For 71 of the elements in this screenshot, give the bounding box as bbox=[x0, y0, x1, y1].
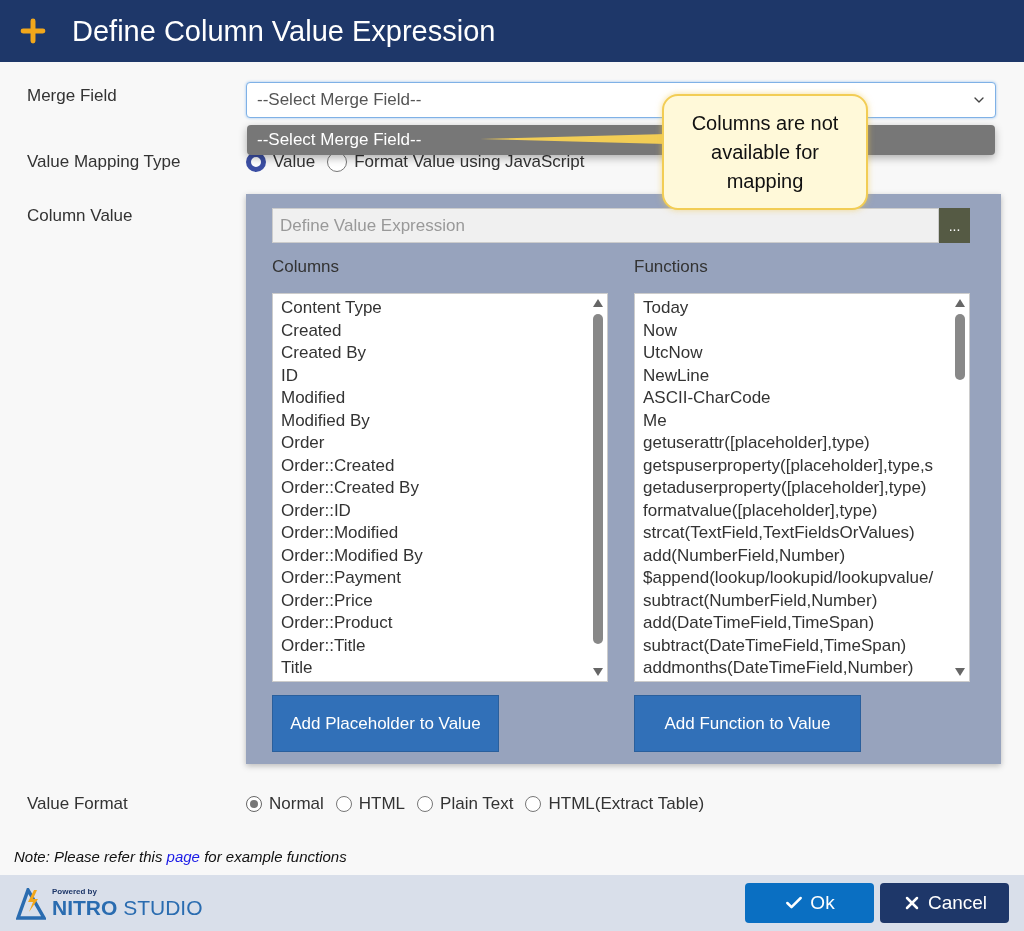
list-item[interactable]: NewLine bbox=[643, 364, 951, 387]
list-box[interactable] bbox=[634, 293, 970, 682]
list-item[interactable]: subtract(NumberField,Number) bbox=[643, 589, 951, 612]
list-title: Columns bbox=[272, 257, 341, 277]
list-item[interactable]: add(DateTimeField,TimeSpan) bbox=[643, 612, 951, 635]
list-item[interactable]: strcat(TextField,TextFieldsOrValues) bbox=[643, 522, 951, 545]
radio-label: Plain Text bbox=[440, 794, 514, 814]
scroll-down-icon[interactable] bbox=[954, 667, 966, 677]
list-item[interactable]: getaduserproperty([placeholder],type) bbox=[643, 477, 951, 500]
field-label: Column Value bbox=[27, 205, 134, 226]
logo-icon bbox=[16, 887, 46, 920]
field-label: Merge Field bbox=[27, 85, 118, 106]
radio-label: HTML(Extract Table) bbox=[548, 794, 705, 814]
logo-text: NITRO STUDIO bbox=[52, 895, 203, 920]
list-title: Functions bbox=[634, 257, 709, 277]
radio-button[interactable] bbox=[525, 796, 542, 812]
list-item[interactable]: ID bbox=[281, 364, 589, 387]
radio-label: Normal bbox=[269, 794, 324, 814]
list-item[interactable]: Order::Price bbox=[281, 589, 589, 612]
list-item[interactable]: addmonths(DateTimeField,Number) bbox=[643, 657, 951, 680]
scroll-up-icon[interactable] bbox=[954, 298, 966, 308]
list-box[interactable] bbox=[272, 293, 608, 682]
list-item[interactable]: Order::Payment bbox=[281, 567, 589, 590]
list-item[interactable]: Created By bbox=[281, 342, 589, 365]
note-text: Note: Please refer this page for example functions bbox=[14, 848, 348, 865]
radio-button[interactable] bbox=[417, 796, 434, 812]
radio-label: HTML bbox=[358, 794, 406, 814]
logo-caption: Powered by bbox=[52, 886, 98, 896]
add-button[interactable]: Add Placeholder to Value bbox=[272, 695, 499, 752]
list-item[interactable]: UtcNow bbox=[643, 342, 951, 365]
list-item[interactable]: Order bbox=[281, 432, 589, 455]
list-item[interactable]: Now bbox=[643, 319, 951, 342]
scroll-down-icon[interactable] bbox=[592, 667, 604, 677]
expression-field[interactable]: Define Value Expression bbox=[272, 208, 939, 243]
list-item[interactable]: Order::Title bbox=[281, 634, 589, 657]
add-button[interactable]: Add Function to Value bbox=[634, 695, 861, 752]
ok-button[interactable]: Ok bbox=[745, 883, 874, 923]
list-item[interactable]: Order::Created By bbox=[281, 477, 589, 500]
list-item[interactable]: formatvalue([placeholder],type) bbox=[643, 499, 951, 522]
list-item[interactable]: Order::ID bbox=[281, 499, 589, 522]
list-item[interactable]: getuserattr([placeholder],type) bbox=[643, 432, 951, 455]
field-label: Value Format bbox=[27, 793, 129, 814]
browse-button[interactable]: ... bbox=[939, 208, 970, 243]
radio-label: Value bbox=[273, 152, 316, 172]
field-label: Value Mapping Type bbox=[27, 151, 182, 172]
radio-button[interactable] bbox=[335, 796, 352, 812]
page-link[interactable]: page bbox=[166, 848, 200, 865]
list-item[interactable]: $append(lookup/lookupid/lookupvalue/ bbox=[643, 567, 951, 590]
radio-label: Format Value using JavaScript bbox=[354, 152, 585, 172]
list-item[interactable]: Order::Created bbox=[281, 454, 589, 477]
list-item[interactable]: Modified bbox=[281, 387, 589, 410]
list-item[interactable]: getspuserproperty([placeholder],type,s bbox=[643, 454, 951, 477]
scroll-up-icon[interactable] bbox=[592, 298, 604, 308]
callout-tooltip: Columns are not available for mapping bbox=[662, 94, 868, 210]
list-item[interactable]: Today bbox=[643, 297, 951, 320]
scrollbar-thumb[interactable] bbox=[955, 314, 965, 380]
cancel-button[interactable]: Cancel bbox=[880, 883, 1009, 923]
scrollbar-thumb[interactable] bbox=[593, 314, 603, 644]
list-item[interactable]: Created bbox=[281, 319, 589, 342]
list-item[interactable]: Order::Product bbox=[281, 612, 589, 635]
list-item[interactable]: add(NumberField,Number) bbox=[643, 544, 951, 567]
radio-button[interactable] bbox=[246, 796, 262, 812]
list-item[interactable]: Title bbox=[281, 657, 589, 680]
list-item[interactable]: Content Type bbox=[281, 297, 589, 320]
list-item[interactable]: ASCII-CharCode bbox=[643, 387, 951, 410]
list-item[interactable]: subtract(DateTimeField,TimeSpan) bbox=[643, 634, 951, 657]
list-item[interactable]: Order::Modified bbox=[281, 522, 589, 545]
window-title: Define Column Value Expression bbox=[72, 14, 496, 48]
list-item[interactable]: Order::Modified By bbox=[281, 544, 589, 567]
list-item[interactable]: Me bbox=[643, 409, 951, 432]
list-item[interactable]: Modified By bbox=[281, 409, 589, 432]
